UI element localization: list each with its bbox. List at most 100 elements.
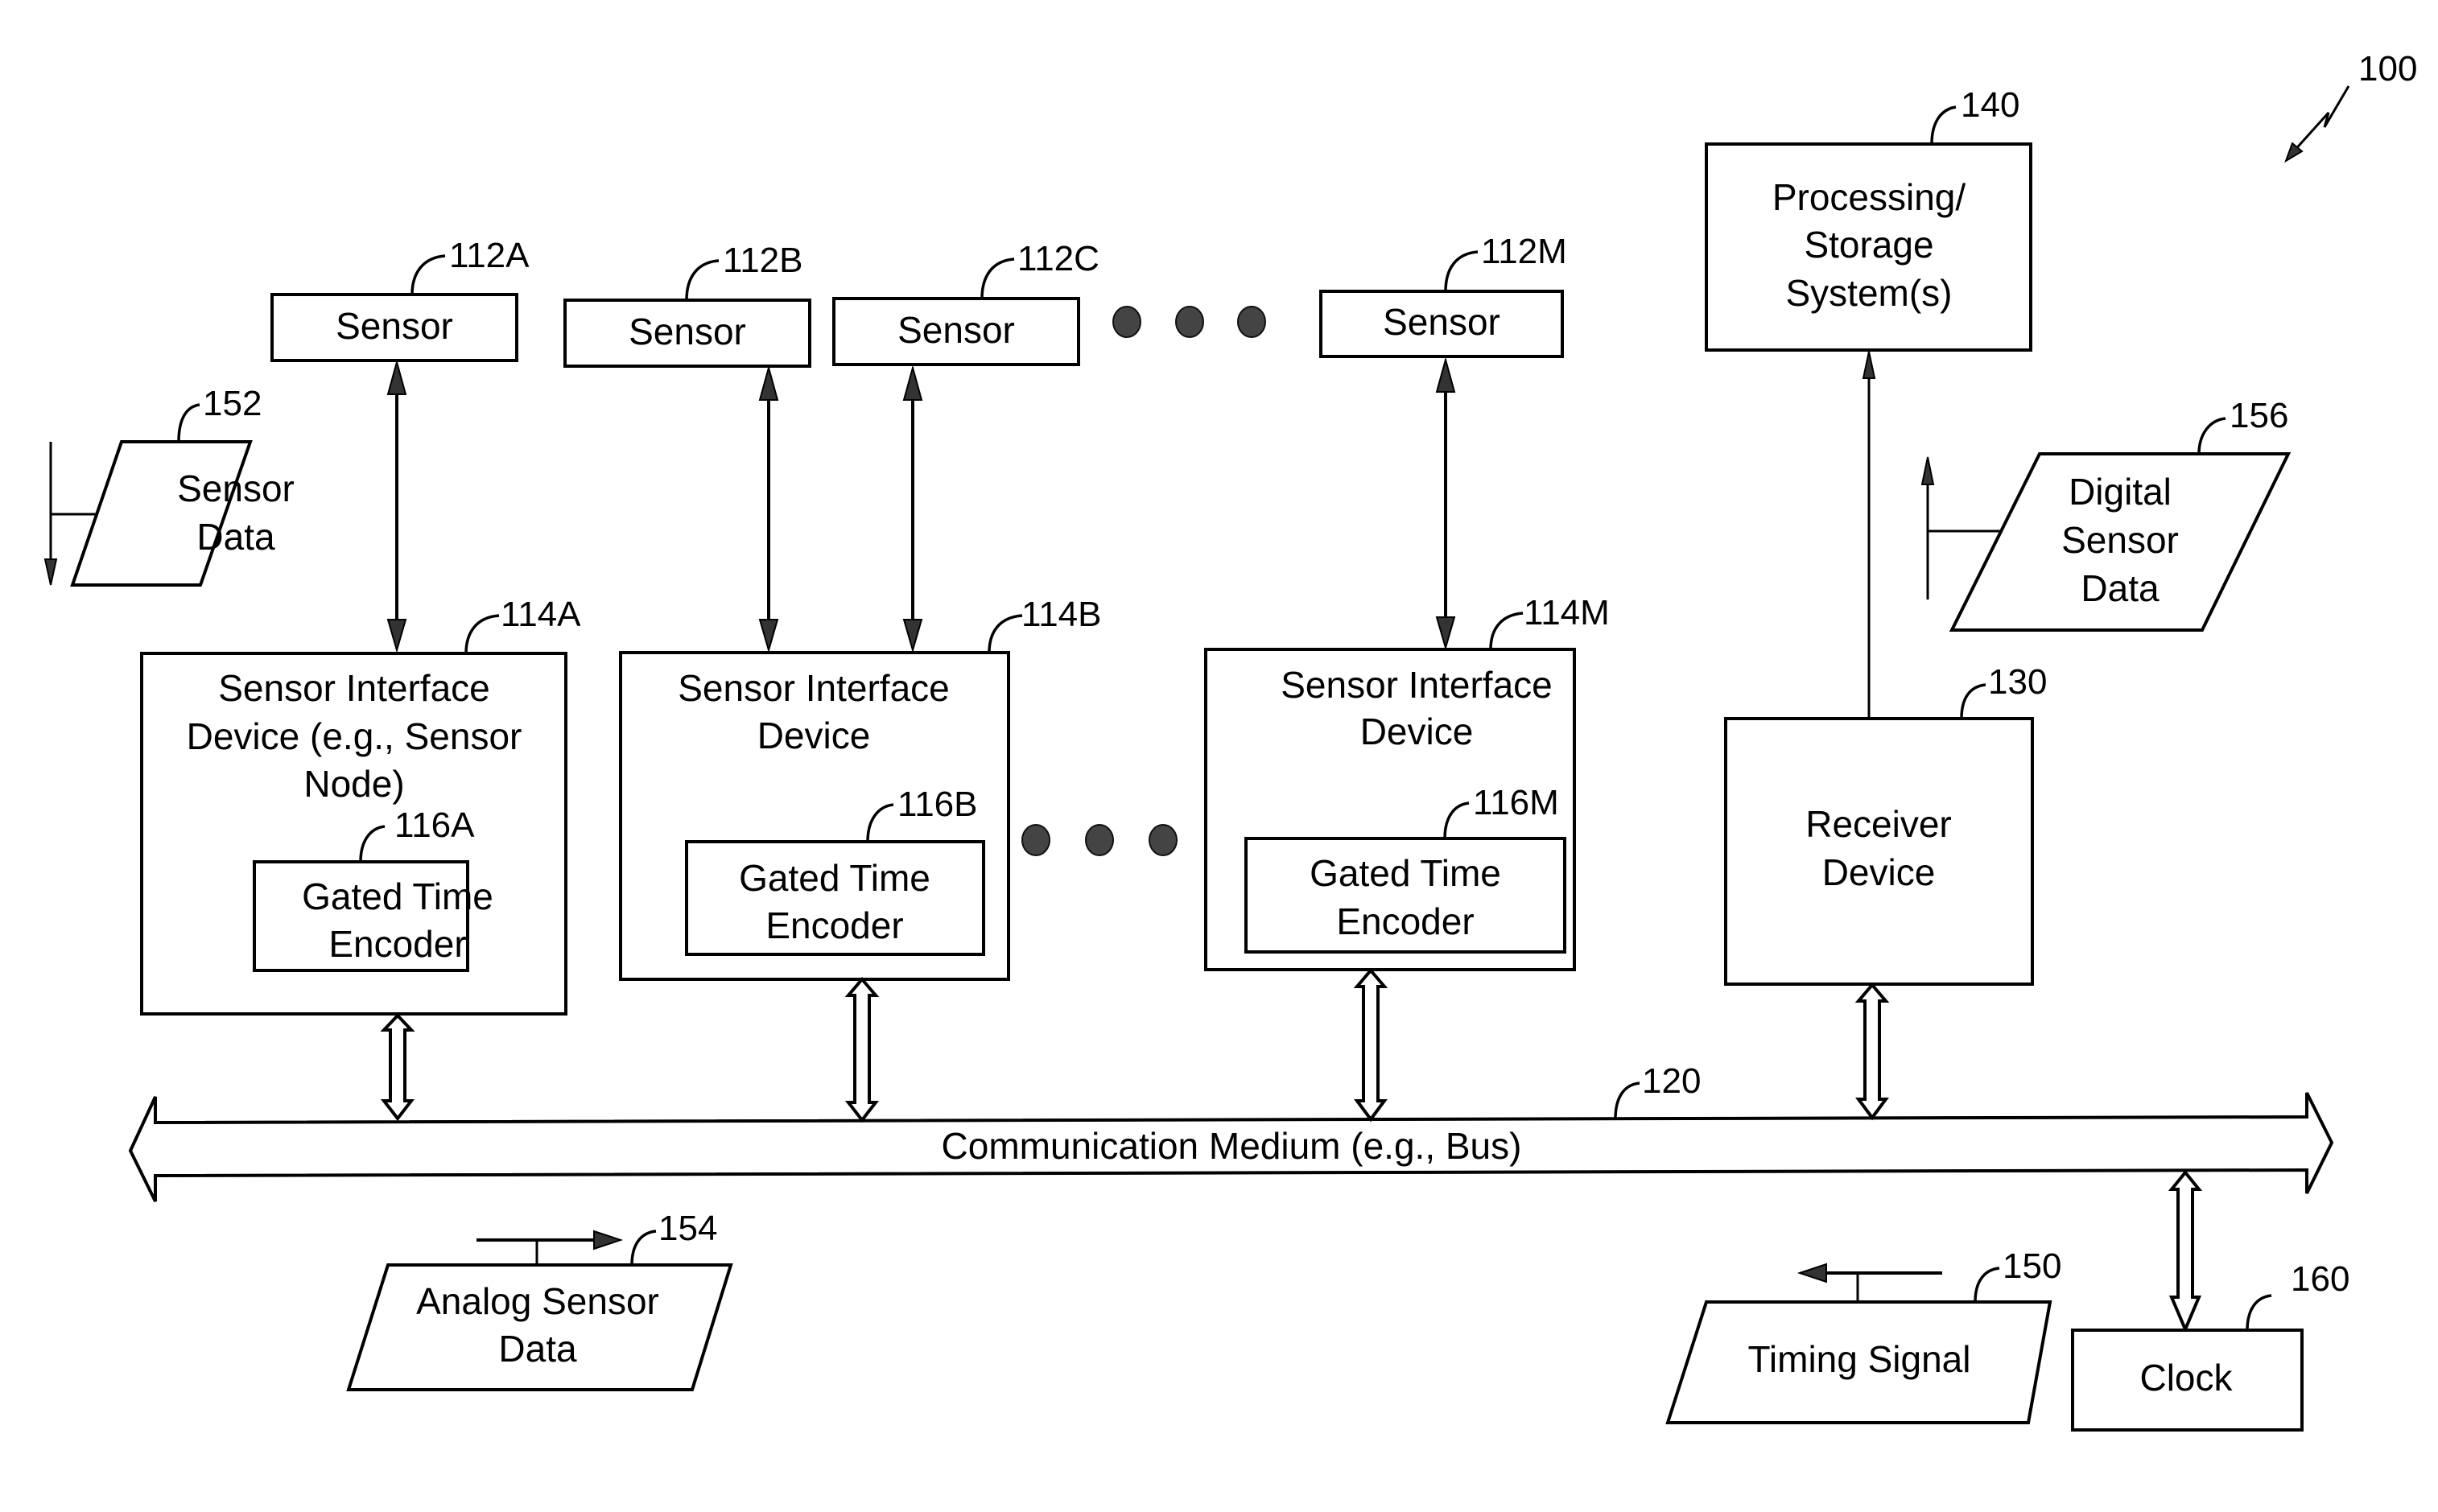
bus-link-114b-icon xyxy=(844,976,880,1123)
leader-140 xyxy=(1930,105,1957,145)
interface-114m-line-2: Device xyxy=(1360,711,1474,752)
bus-label: Communication Medium (e.g., Bus) xyxy=(942,1125,1522,1167)
arrow-down-icon xyxy=(43,558,58,586)
sensor-data-text-2: Data xyxy=(196,516,275,558)
figure-ref-label: 100 xyxy=(2358,49,2417,89)
sensor-112c[interactable]: Sensor 112C xyxy=(832,239,1099,366)
leader-160 xyxy=(2246,1294,2272,1331)
ellipsis-dot xyxy=(1021,824,1050,856)
digital-sensor-data-156[interactable]: Digital Sensor Data 156 xyxy=(1920,396,2292,632)
system-diagram: 100 Sensor 112A Sensor 112B Sensor 112C … xyxy=(43,49,2417,1432)
interface-114a-line-1: Sensor Interface xyxy=(218,667,490,709)
ref-140: 140 xyxy=(1961,85,2019,125)
arrow-down-icon xyxy=(1435,616,1456,651)
interface-114a-line-3: Node) xyxy=(303,763,404,805)
sensor-112b[interactable]: Sensor 112B xyxy=(563,241,811,368)
timing-signal-label: Timing Signal xyxy=(1748,1338,1971,1380)
ellipsis-dot xyxy=(1085,824,1114,856)
sensor-ellipsis-icon xyxy=(1112,306,1266,338)
analog-sensor-data-154[interactable]: Analog Sensor Data 154 xyxy=(346,1209,733,1391)
interface-114m-line-1: Sensor Interface xyxy=(1281,664,1553,706)
arrow-up-icon xyxy=(1862,351,1876,379)
ellipsis-dot xyxy=(1237,306,1266,338)
arrow-left-icon xyxy=(1797,1263,1827,1283)
leader-130 xyxy=(1960,683,1986,719)
sensor-data-text-1: Sensor xyxy=(177,468,295,509)
interface-114b[interactable]: Sensor Interface Device 114B Gated Time … xyxy=(619,595,1102,981)
processing-storage-140[interactable]: Processing/ Storage System(s) 140 xyxy=(1705,85,2032,352)
ref-114m: 114M xyxy=(1524,593,1610,632)
ref-154: 154 xyxy=(658,1209,717,1248)
leader-114m xyxy=(1489,612,1524,650)
digital-data-line-2: Sensor xyxy=(2061,519,2179,561)
encoder-116m-line-1: Gated Time xyxy=(1310,852,1501,894)
sensor-112c-label: Sensor xyxy=(897,309,1015,351)
ref-112a: 112A xyxy=(449,236,530,275)
leader-150 xyxy=(1974,1267,2000,1303)
timing-signal-150[interactable]: Timing Signal 150 xyxy=(1665,1246,2061,1424)
communication-bus-120[interactable]: Communication Medium (e.g., Bus) 120 xyxy=(128,1061,2334,1202)
processing-line-3: System(s) xyxy=(1786,272,1953,314)
interface-114m[interactable]: Sensor Interface Device 114M Gated Time … xyxy=(1204,593,1610,971)
ellipsis-dot xyxy=(1149,824,1178,856)
interface-114a[interactable]: Sensor Interface Device (e.g., Sensor No… xyxy=(140,595,581,1016)
ref-120: 120 xyxy=(1642,1061,1701,1101)
encoder-116a-line-1: Gated Time xyxy=(302,875,493,917)
receiver-to-processing xyxy=(1862,351,1876,719)
sensor-data-152-fix: Sensor Data 152 xyxy=(43,384,295,587)
encoder-116b-line-2: Encoder xyxy=(765,904,903,946)
analog-data-line-1: Analog Sensor xyxy=(416,1280,659,1322)
sensor-112b-label: Sensor xyxy=(629,311,746,352)
processing-line-1: Processing/ xyxy=(1772,176,1966,218)
bus-link-114m-icon xyxy=(1353,967,1388,1123)
ref-116m: 116M xyxy=(1473,783,1559,822)
arrow-up-icon xyxy=(1920,456,1935,485)
encoder-116b-line-1: Gated Time xyxy=(739,857,930,899)
bus-link-160-icon xyxy=(2168,1169,2203,1334)
ref-130: 130 xyxy=(1988,662,2047,702)
clock-160[interactable]: Clock 160 xyxy=(2071,1259,2349,1432)
leader-154 xyxy=(630,1230,657,1266)
bus-link-114a-icon xyxy=(380,1013,415,1122)
sensor-data-152-outline xyxy=(70,440,253,587)
clock-label: Clock xyxy=(2139,1357,2233,1399)
ref-112c: 112C xyxy=(1017,239,1099,278)
ref-114b: 114B xyxy=(1021,595,1102,634)
digital-data-line-3: Data xyxy=(2081,567,2160,609)
interface-114b-line-1: Sensor Interface xyxy=(678,667,950,709)
digital-data-line-1: Digital xyxy=(2069,471,2172,513)
receiver-device-130[interactable]: Receiver Device 130 xyxy=(1724,662,2047,986)
ref-114a: 114A xyxy=(501,595,581,634)
leader-152 xyxy=(177,403,200,443)
leader-156 xyxy=(2197,417,2226,455)
leader-112c xyxy=(980,257,1015,299)
sensor-112m[interactable]: Sensor 112M xyxy=(1319,232,1567,358)
arrow-right-icon xyxy=(593,1230,624,1250)
ref-156: 156 xyxy=(2230,396,2288,435)
figure-ref-100: 100 xyxy=(2284,49,2417,163)
ref-152: 152 xyxy=(203,384,262,423)
zigzag-arrow-line xyxy=(2291,85,2350,154)
ref-112m: 112M xyxy=(1481,232,1567,271)
arrow-down-icon xyxy=(386,619,407,653)
encoder-116a-line-2: Encoder xyxy=(328,923,466,965)
ref-116a: 116A xyxy=(394,805,475,845)
sensor-112a-label: Sensor xyxy=(336,305,453,347)
sensor-112m-label: Sensor xyxy=(1383,301,1500,343)
receiver-line-1: Receiver xyxy=(1805,803,1952,845)
ellipsis-dot xyxy=(1112,306,1141,338)
sensor-112a[interactable]: Sensor 112A xyxy=(270,236,530,362)
bus-link-130-icon xyxy=(1854,982,1890,1121)
arrow-up-icon xyxy=(758,365,779,401)
interface-ellipsis-icon xyxy=(1021,824,1178,856)
interface-114a-line-2: Device (e.g., Sensor xyxy=(187,715,522,757)
interface-114b-line-2: Device xyxy=(757,715,871,756)
leader-112a xyxy=(410,254,446,295)
leader-114a xyxy=(464,614,500,654)
leader-112b xyxy=(685,259,720,301)
arrow-up-icon xyxy=(902,365,923,401)
arrow-up-icon xyxy=(1435,356,1456,393)
leader-120 xyxy=(1614,1081,1640,1119)
leader-114b xyxy=(988,614,1023,653)
ref-116b: 116B xyxy=(897,785,978,824)
